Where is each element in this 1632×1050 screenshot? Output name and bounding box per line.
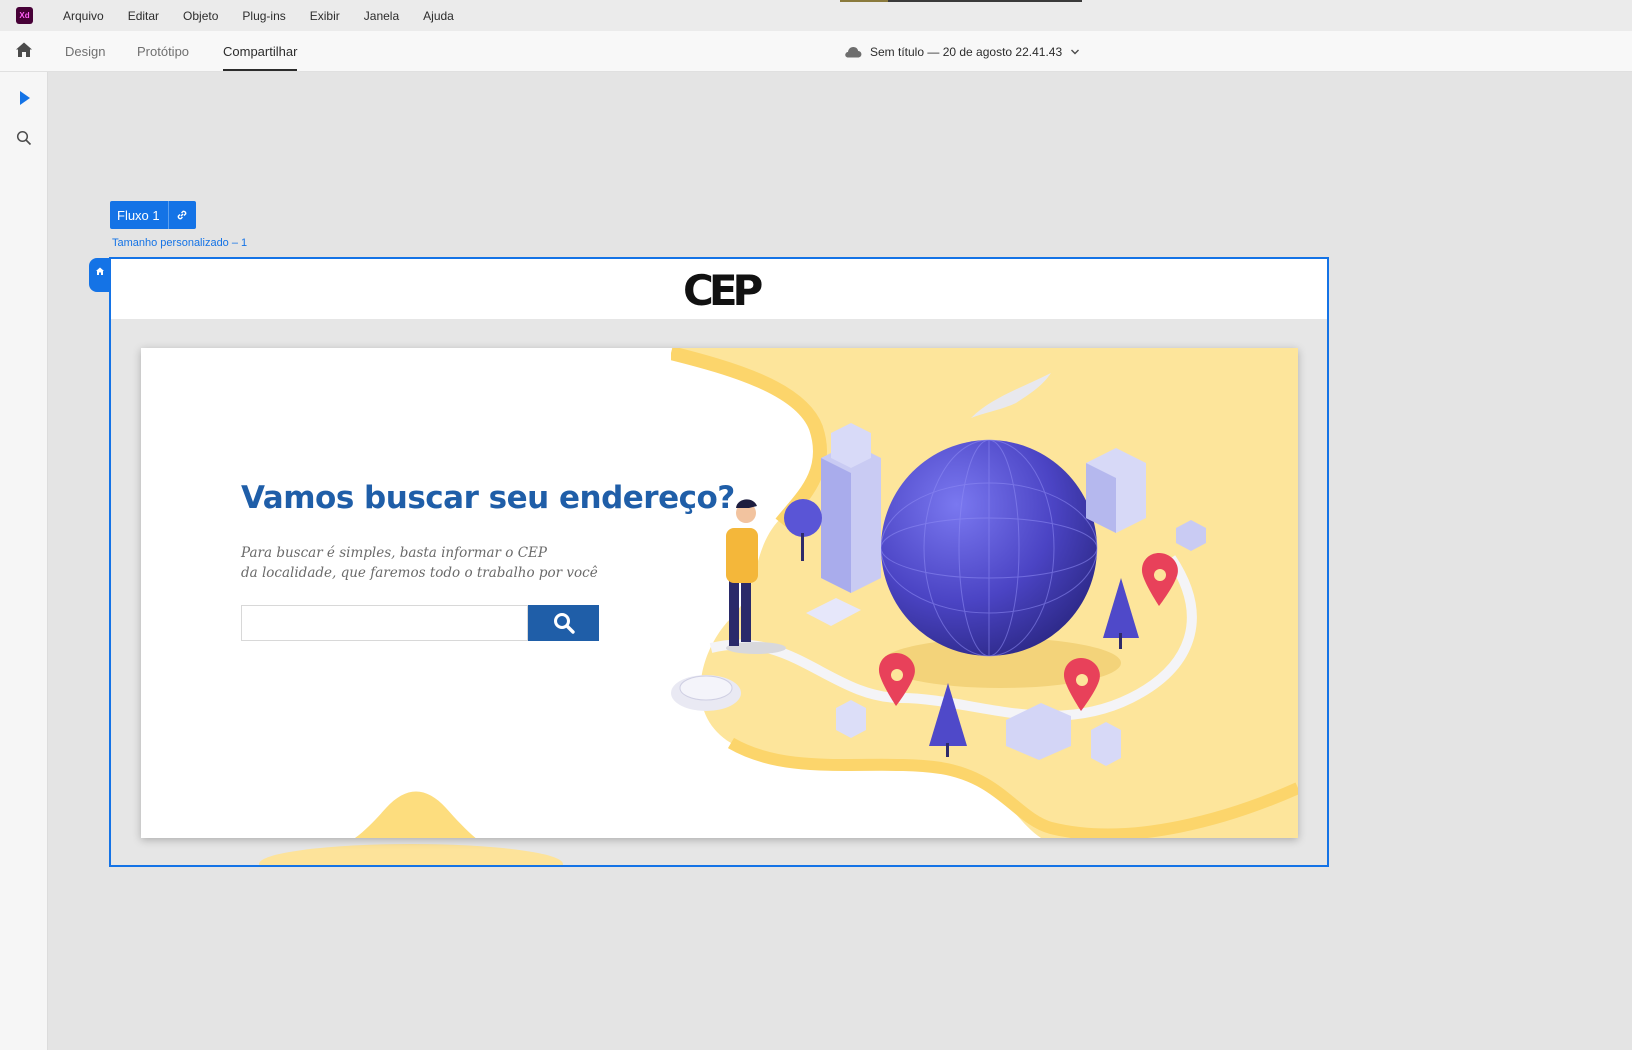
- cep-search-input[interactable]: [241, 605, 528, 641]
- subtext: Para buscar é simples, basta informar o …: [241, 543, 598, 583]
- document-title[interactable]: Sem título — 20 de agosto 22.41.43: [844, 31, 1080, 72]
- flow-badge[interactable]: Fluxo 1: [110, 201, 196, 229]
- subtext-line-1: Para buscar é simples, basta informar o …: [241, 545, 547, 561]
- tools-panel: [0, 72, 48, 1050]
- menu-janela[interactable]: Janela: [352, 9, 411, 23]
- home-icon[interactable]: [14, 40, 34, 60]
- chevron-down-icon[interactable]: [1070, 47, 1080, 57]
- hero-card: Vamos buscar seu endereço? Para buscar é…: [141, 348, 1298, 838]
- artboard-name[interactable]: Tamanho personalizado – 1: [112, 237, 247, 249]
- decorative-hill: [354, 791, 476, 838]
- menu-plugins[interactable]: Plug-ins: [230, 9, 297, 23]
- site-header: CEP: [111, 259, 1327, 319]
- link-icon[interactable]: [167, 201, 196, 229]
- search-button[interactable]: [528, 605, 599, 641]
- decorative-blob: [259, 844, 563, 865]
- tab-compartilhar[interactable]: Compartilhar: [223, 31, 298, 72]
- select-tool-icon[interactable]: [14, 88, 34, 108]
- title-bar-strip: [840, 0, 1082, 2]
- menu-arquivo[interactable]: Arquivo: [51, 9, 116, 23]
- home-artboard-flag[interactable]: [89, 258, 111, 292]
- headline: Vamos buscar seu endereço?: [241, 480, 735, 516]
- home-icon: [96, 267, 104, 275]
- city-globe-illustration: [671, 348, 1298, 838]
- artboard[interactable]: CEP Vamos buscar seu endereço? Para busc…: [109, 257, 1329, 867]
- tab-prototipo[interactable]: Protótipo: [137, 31, 189, 72]
- mode-bar: Design Protótipo Compartilhar Sem título…: [0, 31, 1632, 72]
- document-title-text: Sem título — 20 de agosto 22.41.43: [870, 44, 1063, 59]
- cep-logo: CEP: [683, 266, 763, 315]
- tab-design[interactable]: Design: [65, 31, 105, 72]
- flow-label: Fluxo 1: [117, 207, 160, 223]
- xd-app-icon: Xd: [16, 7, 33, 24]
- search-icon: [553, 613, 575, 634]
- menu-objeto[interactable]: Objeto: [171, 9, 230, 23]
- subtext-line-2: da localidade, que faremos todo o trabal…: [241, 565, 598, 581]
- zoom-tool-icon[interactable]: [14, 128, 34, 148]
- menu-editar[interactable]: Editar: [116, 9, 171, 23]
- menu-bar: Xd Arquivo Editar Objeto Plug-ins Exibir…: [0, 0, 1632, 31]
- menu-ajuda[interactable]: Ajuda: [411, 9, 466, 23]
- cloud-icon: [845, 46, 862, 57]
- menu-exibir[interactable]: Exibir: [298, 9, 352, 23]
